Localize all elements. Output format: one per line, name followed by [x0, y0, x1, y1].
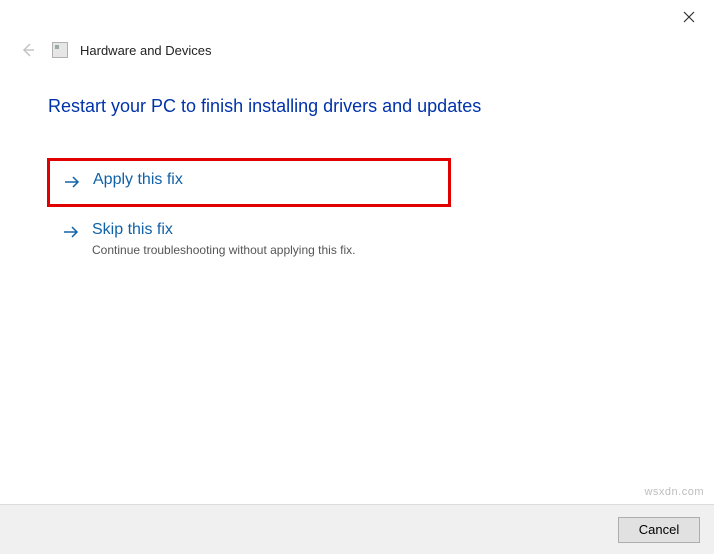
header: Hardware and Devices	[0, 40, 714, 68]
back-icon	[18, 40, 38, 60]
cancel-button[interactable]: Cancel	[618, 517, 700, 543]
hardware-icon	[52, 42, 68, 58]
footer: Cancel	[0, 504, 714, 554]
apply-fix-label: Apply this fix	[93, 170, 183, 191]
page-heading: Restart your PC to finish installing dri…	[48, 96, 666, 117]
skip-fix-description: Continue troubleshooting without applyin…	[92, 243, 356, 257]
skip-fix-label: Skip this fix	[92, 220, 356, 241]
arrow-right-icon	[62, 223, 80, 241]
content: Restart your PC to finish installing dri…	[0, 68, 714, 269]
arrow-right-icon	[63, 173, 81, 191]
watermark: wsxdn.com	[644, 486, 704, 498]
header-title: Hardware and Devices	[80, 43, 212, 58]
skip-fix-option[interactable]: Skip this fix Continue troubleshooting w…	[48, 212, 666, 269]
apply-fix-option[interactable]: Apply this fix	[48, 159, 450, 206]
titlebar	[0, 0, 714, 40]
close-icon[interactable]	[678, 6, 700, 28]
